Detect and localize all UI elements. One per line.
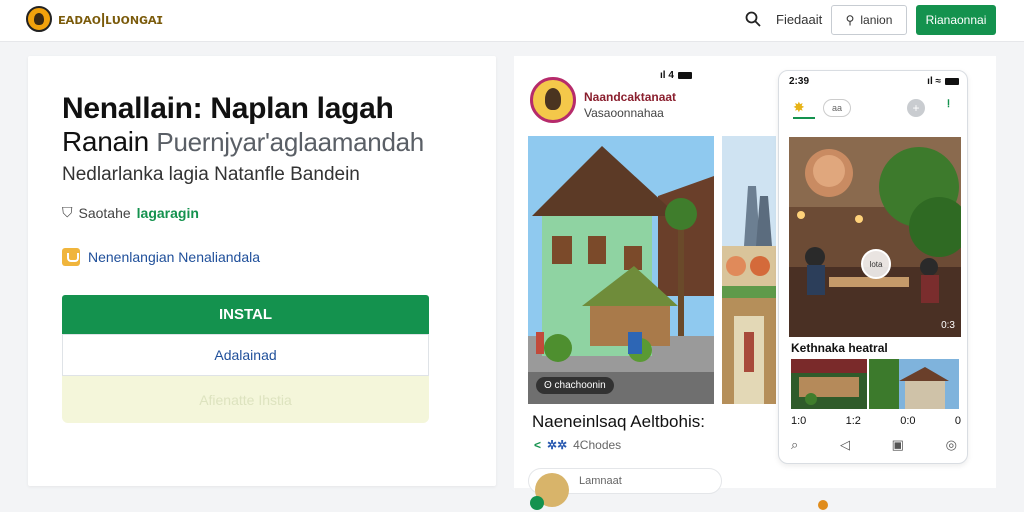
stars-icon: ✲✲ [547,438,568,452]
phone-battery-icon [945,77,959,85]
developer-meta: ⛉ Saotahe lagaragin [62,204,199,221]
nav-profile-icon[interactable]: ◎ [946,437,957,453]
phone-status-bar: 2:39 ıl ≈ [789,76,959,87]
active-tab-indicator [793,117,815,119]
menu-icon[interactable]: ⵑ [947,99,950,110]
disabled-button: Afienatte Ihstia [62,376,429,423]
screenshot-street[interactable] [722,136,776,404]
photo-duration: 0:3 [941,320,955,331]
subtitle-muted: Puernjyar'aglaamandah [156,127,424,157]
tagline: Nedlarlanka lagia Natanfle Bandein [62,164,360,185]
stat-1: 1:0 [791,415,807,427]
app-icon [530,77,576,123]
share-icon[interactable]: < [534,438,541,452]
top-bar: ᴇᴀᴅᴀᴏ|ʟᴜᴏɴɢᴀɪ Fiedaait ⚲ lanion Rianaonn… [0,0,1024,42]
phone-preview: 2:39 ıl ≈ ✸ aa + ⵑ lota 0:3 Kethnaka hea… [778,70,968,464]
phone-section-title: Kethnaka heatral [791,341,888,355]
brand-name[interactable]: ᴇᴀᴅᴀᴏ|ʟᴜᴏɴɢᴀɪ [58,11,163,28]
phone-photo[interactable]: lota 0:3 [789,137,961,337]
play-button[interactable]: lota [861,249,891,279]
app-info-card: Nenallain: Naplan lagah Ranain Puernjyar… [28,56,496,486]
signal-icon: ıl 4 [660,70,674,81]
subtitle-bold: Ranain [62,126,149,157]
star-icon[interactable]: ✸ [793,99,805,116]
login-button-label: lanion [860,13,893,27]
ratings-row: < ✲✲ 4Chodes [534,438,621,452]
phone-signal: ıl ≈ [927,76,959,87]
shield-icon: ⛉ [62,204,73,220]
nav-gallery-icon[interactable]: ▣ [892,437,904,453]
add-to-list-button[interactable]: Adalainad [62,334,429,376]
phone-time: 2:39 [789,76,810,87]
install-button[interactable]: INSTAL [62,295,429,334]
login-button[interactable]: ⚲ lanion [831,5,907,35]
meta-prefix: Saotahe [78,204,131,221]
app-developer[interactable]: Vasaoonnahaa [584,106,664,120]
developer-pill[interactable]: Lamnaat [528,468,722,507]
search-icon[interactable] [745,11,761,27]
phone-thumbnail-2[interactable] [869,359,959,409]
phone-bottom-nav: ⌕ ◁ ▣ ◎ [791,437,957,453]
phone-tab-pill[interactable]: aa [823,99,851,117]
developer-pill-label: Lamnaat [579,475,622,487]
listing-preview: Naandcaktanaat Vasaoonnahaa ıl 4 ʘ chach… [514,56,996,507]
promo-bag-icon [62,248,80,266]
brand-logo-icon[interactable] [26,6,52,32]
app-name[interactable]: Naandcaktanaat [584,90,676,104]
screenshot-badge: ʘ chachoonin [536,377,614,394]
primary-header-button[interactable]: Rianaonnai [916,5,996,35]
nav-back-icon[interactable]: ◁ [840,437,850,453]
restaurant-illustration [789,137,961,337]
developer-link[interactable]: lagaragin [137,205,199,221]
orange-dot-decoration [818,500,828,510]
nav-link[interactable]: Fiedaait [776,12,822,27]
nav-search-icon[interactable]: ⌕ [791,437,798,453]
stat-2: 1:2 [845,415,861,427]
green-dot-decoration [530,496,544,510]
add-icon[interactable]: + [907,99,925,117]
status-bar: ıl 4 [660,70,692,81]
house-illustration [528,136,714,404]
screenshot-house[interactable]: ʘ chachoonin [528,136,714,404]
stat-4: 0 [954,415,961,427]
user-icon: ⚲ [845,13,855,27]
page-title: Nenallain: Naplan lagah [62,92,394,125]
phone-stats: 1:0 1:2 0:0 0 [791,415,961,427]
phone-thumbnail-1[interactable] [791,359,867,409]
battery-icon [677,71,692,79]
phone-toolbar: ✸ aa + ⵑ [789,97,959,119]
ratings-text: 4Chodes [573,438,622,452]
page-subtitle: Ranain Puernjyar'aglaamandah [62,126,424,158]
street-illustration [722,136,776,404]
promo-row[interactable]: Nenenlangian Nenaliandala [62,248,260,266]
stat-3: 0:0 [900,415,916,427]
promo-text: Nenenlangian Nenaliandala [88,249,261,265]
listing-title: Naeneinlsaq Aeltbohis: [532,412,705,431]
